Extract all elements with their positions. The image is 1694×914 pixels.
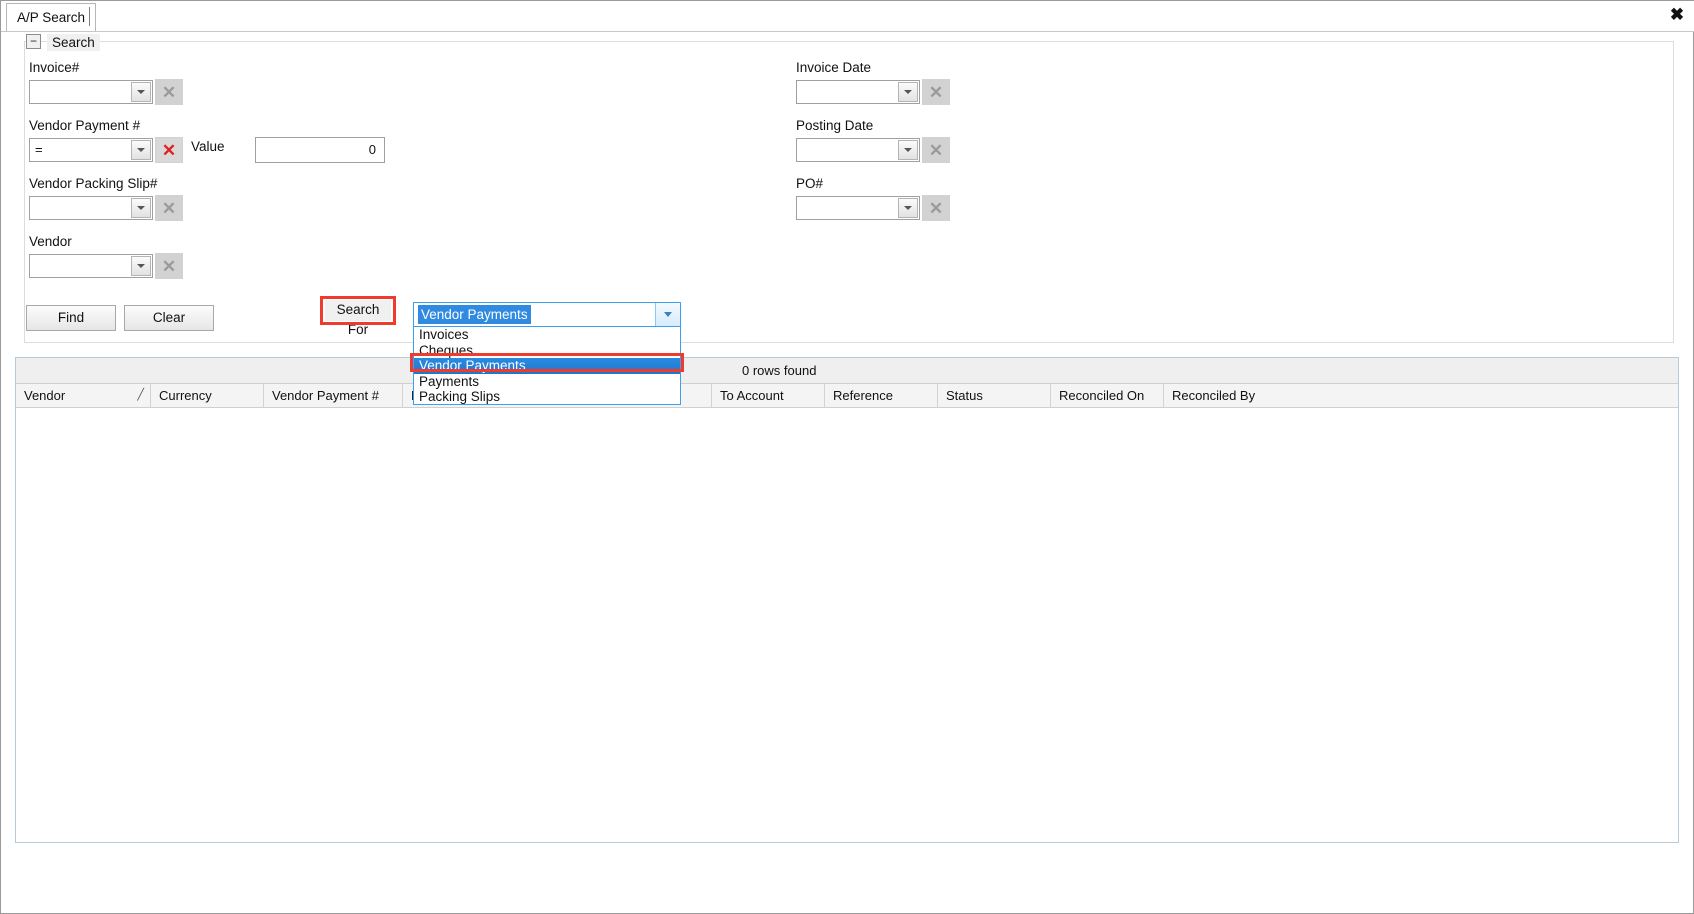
search-for-option-payments[interactable]: Payments: [414, 374, 680, 390]
sort-ascending-icon: ╱: [137, 389, 144, 401]
column-header-reconciled-on-label: Reconciled On: [1059, 388, 1145, 403]
chevron-down-icon[interactable]: [131, 256, 151, 276]
grid-column-header-row: Vendor ╱ Currency Vendor Payment # P To …: [16, 384, 1678, 408]
chevron-down-icon[interactable]: [131, 198, 151, 218]
label-invoice-date: Invoice Date: [796, 60, 872, 75]
column-header-reference[interactable]: Reference: [825, 384, 938, 408]
search-for-combobox[interactable]: Vendor Payments: [413, 302, 681, 327]
close-icon: ✕: [161, 198, 177, 218]
column-header-currency-label: Currency: [159, 388, 212, 403]
vendor-combobox[interactable]: [29, 254, 153, 278]
label-value: Value: [191, 139, 225, 154]
label-vendor: Vendor: [29, 234, 72, 249]
results-header-bar: 0 rows found: [16, 358, 1678, 384]
column-header-vendor-payment-number[interactable]: Vendor Payment #: [264, 384, 403, 408]
vendor-payment-number-operator-combobox[interactable]: =: [29, 138, 153, 162]
value-input[interactable]: 0: [255, 137, 385, 163]
column-header-currency[interactable]: Currency: [151, 384, 264, 408]
chevron-down-icon[interactable]: [131, 140, 151, 160]
clear-button[interactable]: Clear: [124, 305, 214, 331]
ap-search-window: A/P Search ✖ − Search Invoice# ✕ Vendor …: [0, 0, 1694, 914]
column-header-status[interactable]: Status: [938, 384, 1051, 408]
label-vendor-packing-slip: Vendor Packing Slip#: [29, 176, 158, 191]
column-header-to-account[interactable]: To Account: [712, 384, 825, 408]
search-for-option-cheques[interactable]: Cheques: [414, 343, 680, 359]
invoice-number-combobox[interactable]: [29, 80, 153, 104]
tab-strip: A/P Search ✖: [1, 1, 1694, 32]
chevron-down-icon[interactable]: [131, 82, 151, 102]
column-header-vendor-label: Vendor: [24, 388, 66, 403]
column-header-reconciled-by[interactable]: Reconciled By: [1164, 384, 1678, 408]
tab-ap-search-label: A/P Search: [17, 10, 86, 25]
search-for-label: Search For: [325, 300, 391, 337]
chevron-down-icon[interactable]: [898, 198, 918, 218]
close-icon[interactable]: ✖: [1667, 5, 1687, 25]
vendor-payment-number-operator-value: =: [35, 142, 43, 157]
rows-found-label: 0 rows found: [742, 363, 817, 378]
results-panel: 0 rows found Vendor ╱ Currency Vendor Pa…: [15, 357, 1679, 843]
chevron-down-icon[interactable]: [898, 140, 918, 160]
label-vendor-payment-number: Vendor Payment #: [29, 118, 141, 133]
invoice-date-clear-button[interactable]: ✕: [922, 79, 950, 105]
invoice-date-combobox[interactable]: [796, 80, 920, 104]
tab-text-caret: [89, 7, 90, 26]
search-group-title: Search: [47, 34, 100, 51]
vendor-clear-button[interactable]: ✕: [155, 253, 183, 279]
tab-ap-search[interactable]: A/P Search: [6, 3, 97, 31]
label-po-number: PO#: [796, 176, 824, 191]
invoice-number-clear-button[interactable]: ✕: [155, 79, 183, 105]
column-header-reconciled-by-label: Reconciled By: [1172, 388, 1256, 403]
column-header-to-account-label: To Account: [720, 388, 784, 403]
close-icon: ✕: [161, 82, 177, 102]
posting-date-clear-button[interactable]: ✕: [922, 137, 950, 163]
close-icon: ✕: [161, 140, 177, 160]
grid-body-empty: [16, 408, 1678, 842]
label-posting-date: Posting Date: [796, 118, 874, 133]
search-for-option-packing-slips[interactable]: Packing Slips: [414, 389, 680, 405]
close-icon: ✕: [928, 140, 944, 160]
search-collapse-toggle[interactable]: −: [26, 34, 41, 49]
search-for-option-invoices[interactable]: Invoices: [414, 327, 680, 343]
posting-date-combobox[interactable]: [796, 138, 920, 162]
po-number-combobox[interactable]: [796, 196, 920, 220]
search-for-dropdown-list[interactable]: Invoices Cheques Vendor Payments Payment…: [413, 327, 681, 405]
find-button[interactable]: Find: [26, 305, 116, 331]
chevron-down-icon[interactable]: [898, 82, 918, 102]
column-header-reconciled-on[interactable]: Reconciled On: [1051, 384, 1164, 408]
search-for-option-vendor-payments[interactable]: Vendor Payments: [414, 358, 680, 374]
column-header-vendor[interactable]: Vendor ╱: [16, 384, 151, 408]
search-for-selected-value: Vendor Payments: [418, 305, 531, 324]
column-header-status-label: Status: [946, 388, 983, 403]
vendor-packing-slip-clear-button[interactable]: ✕: [155, 195, 183, 221]
close-icon: ✕: [928, 82, 944, 102]
vendor-payment-number-clear-button[interactable]: ✕: [155, 137, 183, 163]
search-groupbox-top-line: [24, 41, 1674, 42]
close-icon: ✕: [928, 198, 944, 218]
label-invoice-number: Invoice#: [29, 60, 80, 75]
column-header-vendor-payment-number-label: Vendor Payment #: [272, 388, 379, 403]
chevron-down-icon[interactable]: [655, 303, 680, 326]
column-header-reference-label: Reference: [833, 388, 893, 403]
close-icon: ✕: [161, 256, 177, 276]
vendor-packing-slip-combobox[interactable]: [29, 196, 153, 220]
po-number-clear-button[interactable]: ✕: [922, 195, 950, 221]
